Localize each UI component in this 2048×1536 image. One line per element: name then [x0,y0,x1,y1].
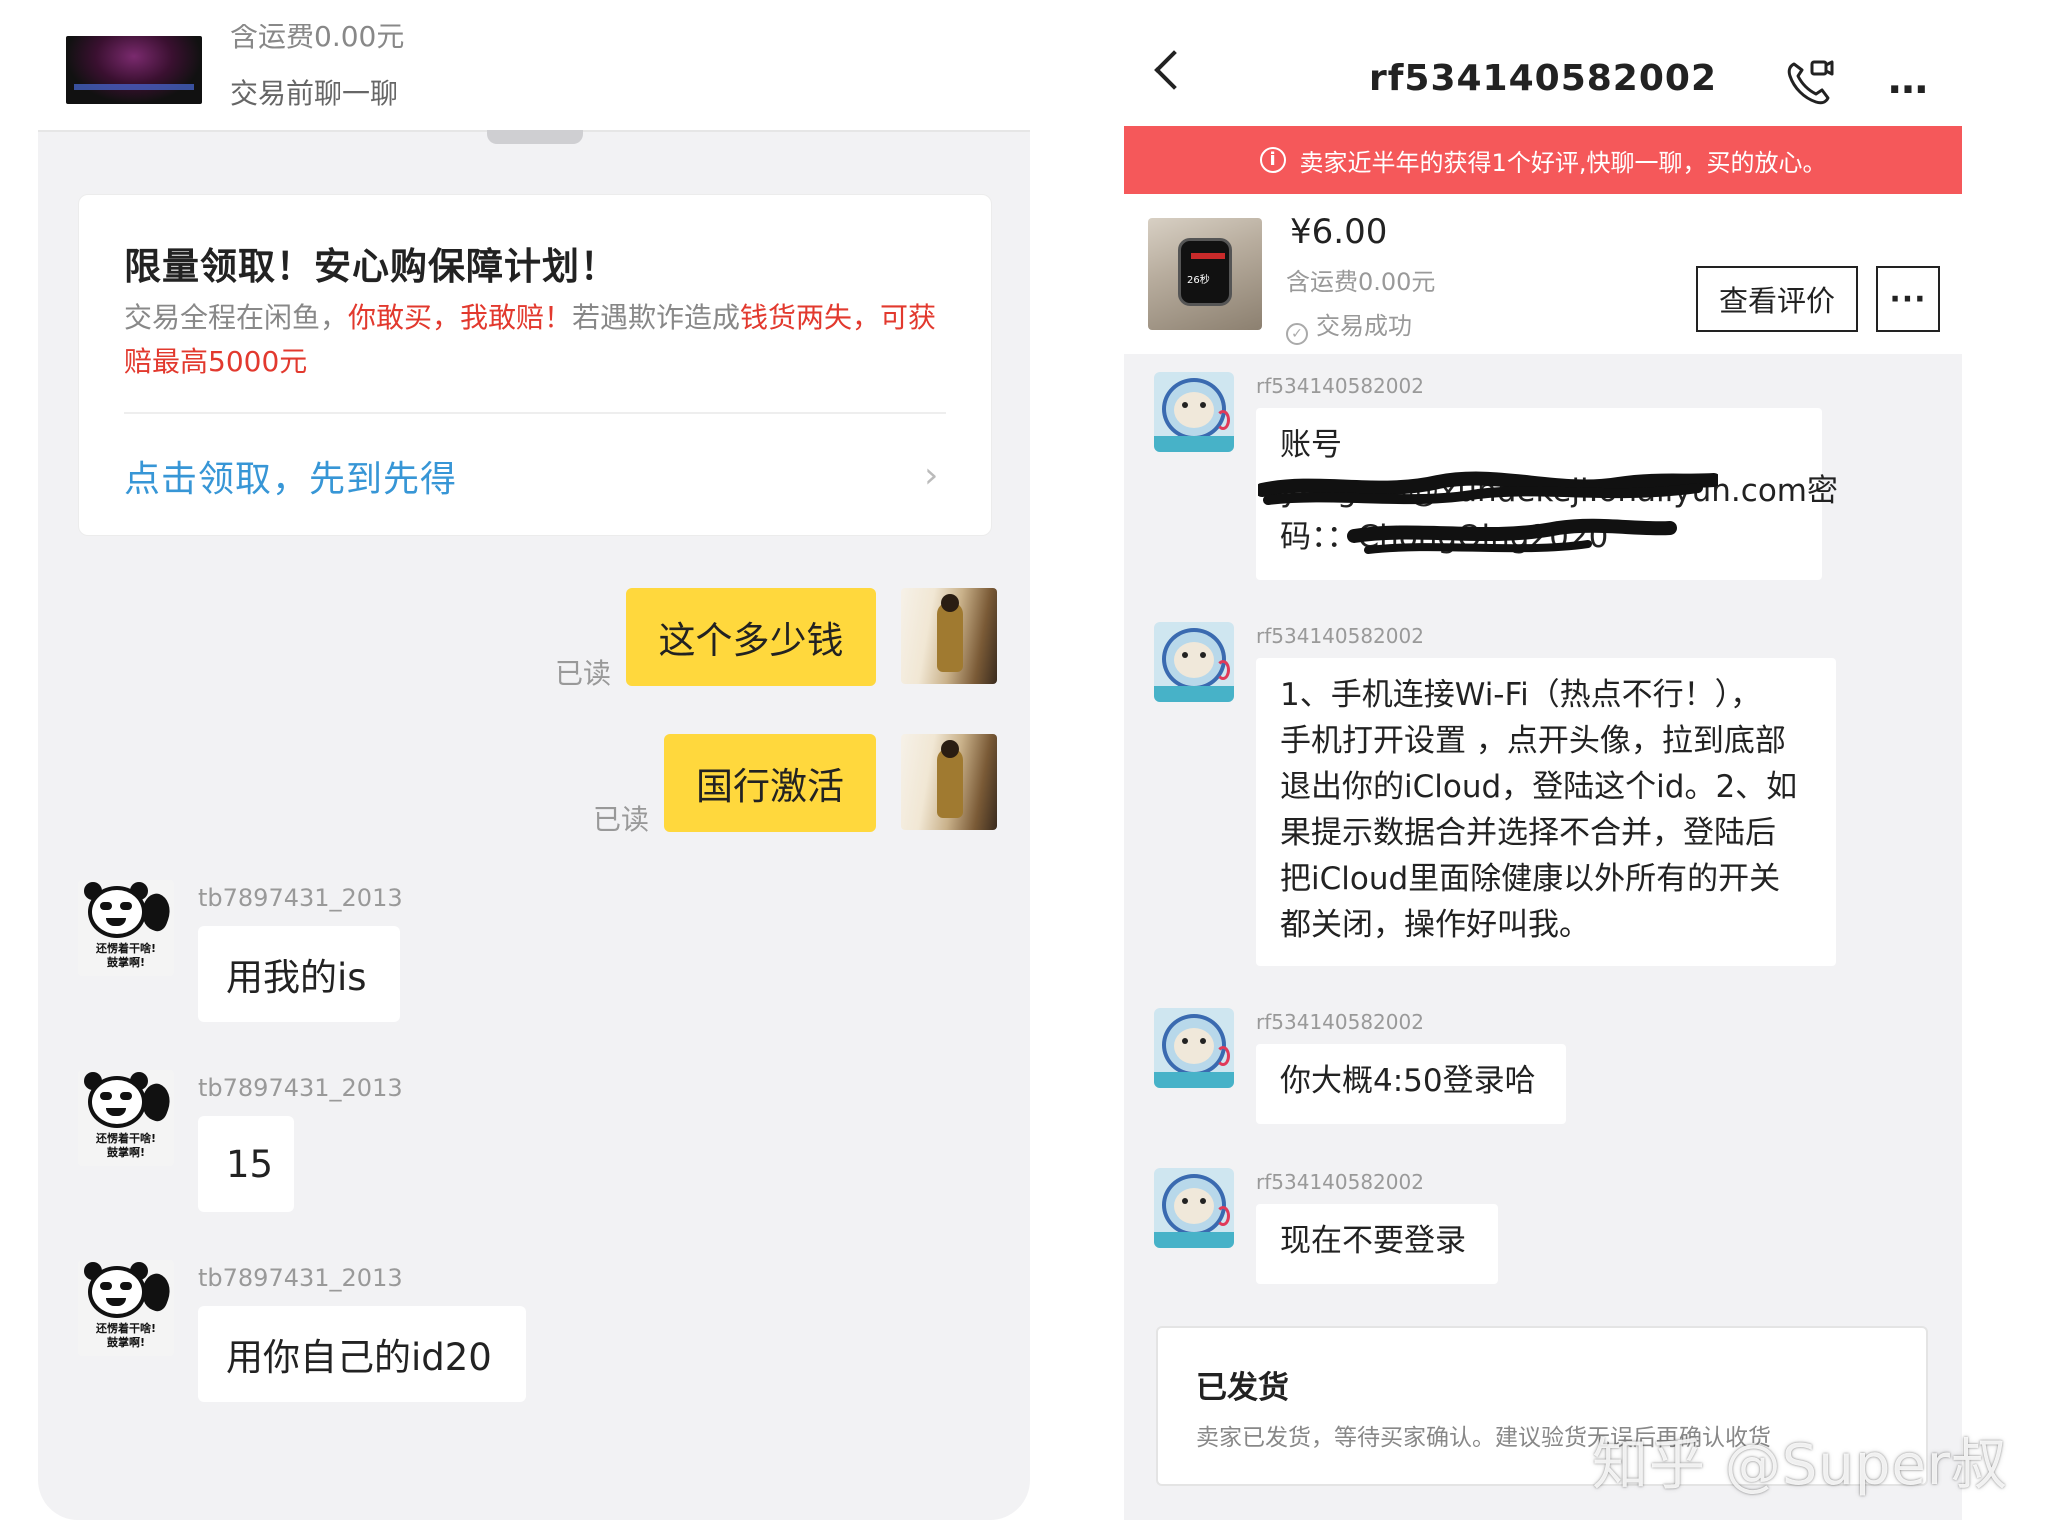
seller-avatar[interactable] [1154,622,1234,702]
claim-protection-link[interactable]: 点击领取，先到先得 [124,450,457,502]
read-status: 已读 [555,657,612,690]
seller-username: rf534140582002 [1256,1010,1424,1034]
buyer-username: tb7897431_2013 [198,1264,403,1292]
seller-avatar[interactable] [1154,1008,1234,1088]
phone-icon[interactable] [1784,56,1834,106]
order-price: ¥6.00 [1290,212,1388,252]
buyer-avatar[interactable]: 还愣着干啥! 鼓掌啊! [78,1070,174,1166]
order-shipping: 含运费0.00元 [1286,268,1436,296]
watermark: 知乎 @Super叔 [1592,1433,2008,1498]
seller-message-bubble[interactable]: 你大概4:50登录哈 [1256,1044,1566,1124]
view-review-button[interactable]: 查看评价 [1696,266,1858,332]
seller-username: rf534140582002 [1256,624,1424,648]
my-message-bubble[interactable]: 国行激活 [664,734,876,832]
item-thumbnail[interactable] [66,36,202,104]
seller-message-bubble[interactable]: 现在不要登录 [1256,1204,1498,1284]
check-circle-icon: ✓ [1286,323,1308,345]
info-icon: i [1259,147,1286,173]
buyer-avatar[interactable]: 还愣着干啥! 鼓掌啊! [78,1260,174,1356]
chat-before-trade-label: 交易前聊一聊 [230,77,399,110]
my-message-bubble[interactable]: 这个多少钱 [626,588,876,686]
promo-divider [124,412,946,414]
promo-body: 交易全程在闲鱼，你敢买，我敢赔！若遇欺诈造成钱货两失，可获赔最高5000元 [124,301,937,378]
my-avatar[interactable] [901,734,997,830]
promo-title: 限量领取！安心购保障计划！ [124,245,618,288]
seller-message-bubble[interactable]: 1、手机连接Wi-Fi（热点不行！）， 手机打开设置 ，点开头像，拉到底部 退出… [1256,658,1836,966]
buyer-username: tb7897431_2013 [198,884,403,912]
seller-rating-notice: i 卖家近半年的获得1个好评,快聊一聊，买的放心。 [1124,126,1962,194]
read-status: 已读 [593,803,650,836]
buyer-message-bubble[interactable]: 用我的is [198,926,400,1022]
buyer-avatar[interactable]: 还愣着干啥! 鼓掌啊! [78,880,174,976]
my-avatar[interactable] [901,588,997,684]
more-options-icon[interactable]: … [1888,60,1930,100]
seller-avatar[interactable] [1154,372,1234,452]
order-more-button[interactable]: ··· [1876,266,1940,332]
seller-username: rf534140582002 [1256,1170,1424,1194]
buyer-username: tb7897431_2013 [198,1074,403,1102]
shipped-title: 已发货 [1196,1370,1289,1406]
seller-avatar[interactable] [1154,1168,1234,1248]
order-status: ✓ 交易成功 [1286,306,1412,345]
seller-username: rf534140582002 [1256,374,1424,398]
chevron-right-icon[interactable]: › [924,455,938,496]
buyer-message-bubble[interactable]: 用你自己的id20 [198,1306,526,1402]
redaction-scribble [1258,471,1718,554]
product-thumbnail[interactable]: 26秒 [1148,218,1262,330]
buyer-message-bubble[interactable]: 15 [198,1116,294,1212]
chat-title: rf534140582002 [1368,58,1717,99]
notice-text: 卖家近半年的获得1个好评,快聊一聊，买的放心。 [1299,148,1827,177]
shipping-text: 含运费0.00元 [230,24,405,53]
pull-handle[interactable] [487,130,583,144]
